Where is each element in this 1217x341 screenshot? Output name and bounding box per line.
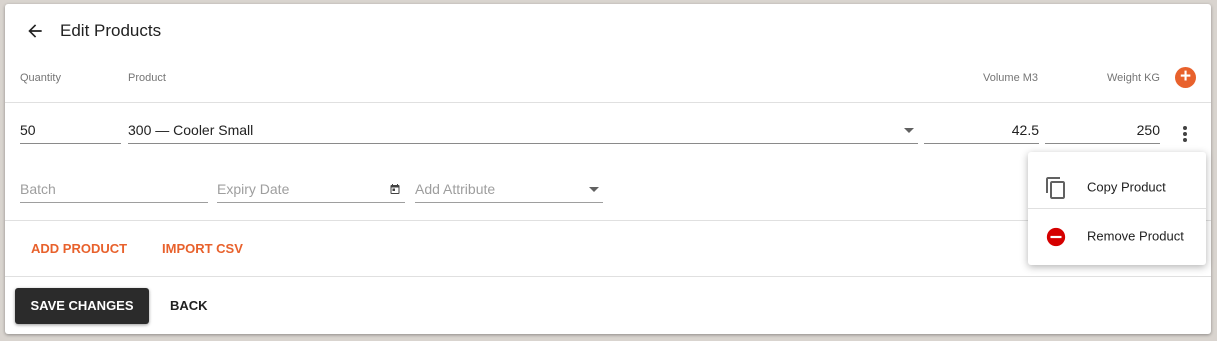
column-header-volume: Volume M3 [983, 72, 1039, 84]
product-select-value: 300 — Cooler Small [128, 122, 254, 138]
copy-icon [1046, 177, 1065, 199]
chevron-down-icon [589, 187, 599, 192]
row-actions-menu: Copy Product Remove Product [1028, 152, 1206, 265]
quantity-input[interactable]: 50 [20, 118, 121, 144]
divider [5, 276, 1211, 277]
menu-divider [1028, 208, 1206, 209]
chevron-down-icon [904, 128, 914, 133]
remove-product-label: Remove Product [1087, 228, 1184, 244]
back-button[interactable]: BACK [170, 298, 208, 313]
batch-input[interactable]: Batch [20, 177, 208, 203]
product-select[interactable]: 300 — Cooler Small [128, 118, 918, 144]
copy-product-label: Copy Product [1087, 179, 1166, 195]
column-header-quantity: Quantity [20, 72, 61, 84]
add-attribute-select[interactable]: Add Attribute [415, 177, 603, 203]
column-header-weight: Weight KG [1107, 72, 1160, 84]
save-changes-button[interactable]: SAVE CHANGES [15, 288, 149, 324]
add-attribute-placeholder: Add Attribute [415, 181, 496, 197]
expiry-date-input[interactable]: Expiry Date [217, 177, 405, 203]
divider [5, 102, 1211, 103]
calendar-icon[interactable] [389, 183, 401, 195]
remove-circle-icon [1046, 227, 1066, 247]
expiry-date-placeholder: Expiry Date [217, 181, 290, 197]
add-row-button[interactable]: + [1175, 67, 1196, 88]
edit-products-card: Edit Products Quantity Product Volume M3… [5, 4, 1211, 334]
copy-product-menu-item[interactable]: Copy Product [1028, 163, 1206, 212]
import-csv-button[interactable]: IMPORT CSV [162, 241, 243, 256]
arrow-back-icon[interactable] [25, 21, 45, 41]
add-product-button[interactable]: ADD PRODUCT [31, 241, 127, 256]
weight-input[interactable]: 250 [1045, 118, 1160, 144]
column-header-product: Product [128, 72, 166, 84]
remove-product-menu-item[interactable]: Remove Product [1028, 212, 1206, 261]
more-vert-icon[interactable] [1177, 124, 1193, 146]
volume-input[interactable]: 42.5 [924, 118, 1039, 144]
page-title: Edit Products [60, 21, 162, 40]
